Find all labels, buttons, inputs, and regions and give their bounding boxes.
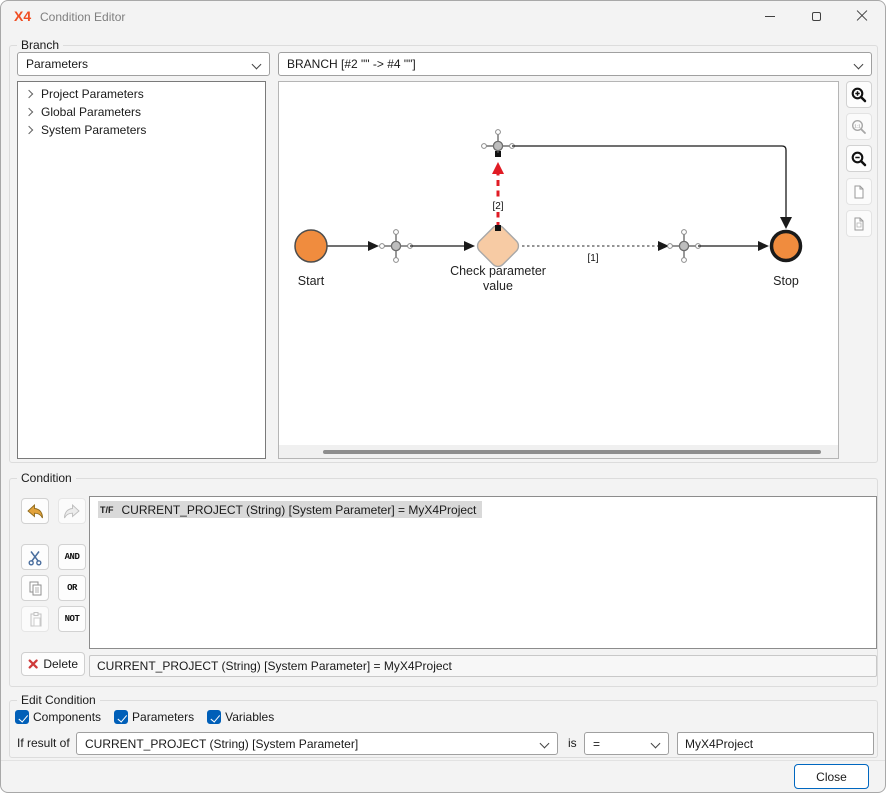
edge-start-junction[interactable] <box>327 241 379 251</box>
stop-node-label: Stop <box>773 274 799 288</box>
expression-select[interactable]: CURRENT_PROJECT (String) [System Paramet… <box>76 732 558 755</box>
page-icon <box>851 184 867 200</box>
comparison-value-input[interactable] <box>677 732 874 755</box>
condition-editor-dialog: X4 Condition Editor Branch Parameters BR… <box>0 0 886 793</box>
source-filter-checkboxes: Components Parameters Variables <box>15 710 274 724</box>
parameter-category-value: Parameters <box>26 57 88 71</box>
condition-type-badge: T/F <box>100 505 114 515</box>
junction-node-1[interactable] <box>380 230 413 263</box>
title-bar[interactable]: X4 Condition Editor <box>1 1 885 31</box>
tree-item-label: Global Parameters <box>41 105 141 119</box>
condition-list[interactable]: T/F CURRENT_PROJECT (String) [System Par… <box>89 496 877 649</box>
copy-button[interactable] <box>21 575 49 601</box>
and-button[interactable]: AND <box>58 544 86 570</box>
junction-node-2[interactable] <box>668 230 701 263</box>
page-icon <box>851 216 867 232</box>
close-button[interactable]: Close <box>794 764 869 789</box>
edge-top-to-stop[interactable] <box>512 146 792 229</box>
condition-result-field: CURRENT_PROJECT (String) [System Paramet… <box>89 655 877 677</box>
checkbox-checked-icon <box>15 710 29 724</box>
or-button[interactable]: OR <box>58 575 86 601</box>
decision-node-label-line2: value <box>483 279 513 293</box>
chevron-down-icon <box>540 739 550 749</box>
edge-2-label: [2] <box>492 201 503 212</box>
checkbox-components[interactable]: Components <box>15 710 101 724</box>
undo-icon <box>26 503 44 520</box>
copy-icon <box>27 580 44 597</box>
stop-node[interactable] <box>772 232 801 261</box>
x4-logo: X4 <box>14 8 31 24</box>
svg-text:1:1: 1:1 <box>854 123 861 128</box>
parameter-tree: Project Parameters Global Parameters Sys… <box>17 81 266 459</box>
delete-button[interactable]: Delete <box>21 652 85 676</box>
chevron-right-icon <box>25 108 33 116</box>
zoom-out-button[interactable] <box>846 145 872 172</box>
edge-branch-1[interactable]: [1] <box>522 241 669 264</box>
checkbox-checked-icon <box>207 710 221 724</box>
paste-icon <box>27 611 44 628</box>
not-button[interactable]: NOT <box>58 606 86 632</box>
canvas-horizontal-scrollbar[interactable] <box>279 445 838 458</box>
parameter-category-select[interactable]: Parameters <box>17 52 270 76</box>
tree-item-project-parameters[interactable]: Project Parameters <box>18 85 265 103</box>
fit-page-button[interactable] <box>846 178 872 205</box>
delete-x-icon <box>28 658 38 670</box>
footer-divider <box>1 760 885 761</box>
close-window-button[interactable] <box>839 1 885 31</box>
scrollbar-thumb[interactable] <box>323 450 821 454</box>
minimize-button[interactable] <box>747 1 793 31</box>
workflow-canvas[interactable]: [2] [1] <box>278 81 839 459</box>
condition-text: CURRENT_PROJECT (String) [System Paramet… <box>122 503 477 517</box>
cut-icon <box>27 549 43 566</box>
redo-icon <box>63 503 81 520</box>
maximize-button[interactable] <box>793 1 839 31</box>
operator-select[interactable]: = <box>584 732 669 755</box>
undo-button[interactable] <box>21 498 49 524</box>
zoom-original-button[interactable]: 1:1 <box>846 113 872 140</box>
condition-list-item[interactable]: T/F CURRENT_PROJECT (String) [System Par… <box>98 501 482 518</box>
tree-item-label: Project Parameters <box>41 87 144 101</box>
start-node-label: Start <box>298 274 325 288</box>
chevron-down-icon <box>854 60 864 70</box>
zoom-in-button[interactable] <box>846 81 872 108</box>
paste-button[interactable] <box>21 606 49 632</box>
expression-value: CURRENT_PROJECT (String) [System Paramet… <box>85 737 358 751</box>
operator-value: = <box>593 737 600 751</box>
chevron-right-icon <box>25 126 33 134</box>
zoom-original-icon: 1:1 <box>850 118 868 136</box>
decision-node-label-line1: Check parameter <box>450 264 546 278</box>
edge-junction-decision[interactable] <box>410 241 475 251</box>
chevron-right-icon <box>25 90 33 98</box>
edge-junction2-stop[interactable] <box>698 241 769 251</box>
branch-group-label: Branch <box>17 38 63 52</box>
edge-1-label: [1] <box>587 253 598 264</box>
branch-select-value: BRANCH [#2 "" -> #4 ""] <box>287 57 416 71</box>
zoom-in-icon <box>850 86 868 104</box>
junction-node-top[interactable] <box>482 130 515 153</box>
is-label: is <box>568 736 577 750</box>
tree-item-system-parameters[interactable]: System Parameters <box>18 121 265 139</box>
checkbox-checked-icon <box>114 710 128 724</box>
close-icon <box>856 10 868 22</box>
cut-button[interactable] <box>21 544 49 570</box>
if-result-of-label: If result of <box>17 736 70 750</box>
minimize-icon <box>765 16 775 17</box>
checkbox-parameters[interactable]: Parameters <box>114 710 194 724</box>
tree-item-global-parameters[interactable]: Global Parameters <box>18 103 265 121</box>
maximize-icon <box>812 12 821 21</box>
tree-item-label: System Parameters <box>41 123 146 137</box>
window-title: Condition Editor <box>40 10 125 24</box>
zoom-out-icon <box>850 150 868 168</box>
redo-button[interactable] <box>58 498 86 524</box>
start-node[interactable] <box>295 230 327 262</box>
edit-condition-group-label: Edit Condition <box>17 693 100 707</box>
condition-group-label: Condition <box>17 471 76 485</box>
chevron-down-icon <box>252 60 262 70</box>
checkbox-variables[interactable]: Variables <box>207 710 274 724</box>
branch-select[interactable]: BRANCH [#2 "" -> #4 ""] <box>278 52 872 76</box>
workflow-diagram: [2] [1] <box>279 82 838 445</box>
edge-branch-2-highlighted[interactable]: [2] <box>489 151 507 231</box>
chevron-down-icon <box>651 739 661 749</box>
fit-selection-button[interactable] <box>846 210 872 237</box>
